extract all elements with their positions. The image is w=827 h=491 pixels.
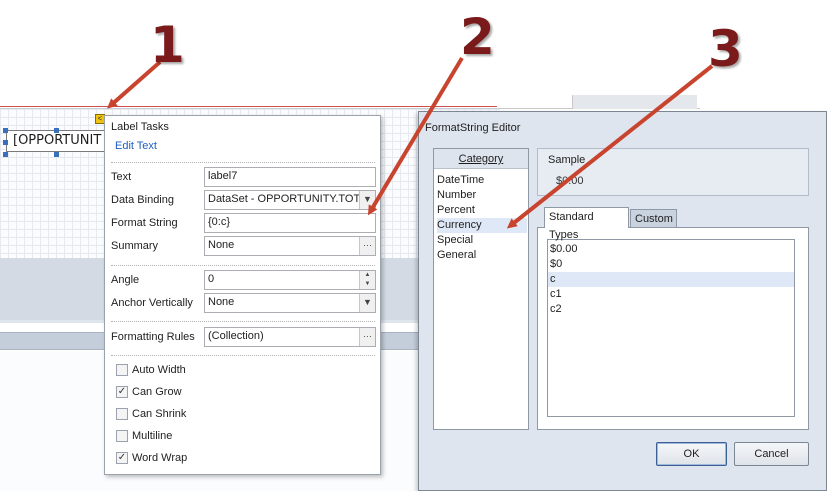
anchor-vertically-select[interactable]: None ▼ — [204, 293, 376, 313]
text-label: Text — [111, 171, 132, 183]
category-list[interactable]: Category DateTime Number Percent Currenc… — [433, 148, 529, 430]
type-item-selected[interactable]: c — [548, 272, 794, 287]
callout-number-3: 3 — [708, 20, 743, 78]
formatting-rules-value: (Collection) — [208, 330, 264, 342]
divider — [111, 162, 375, 163]
type-item[interactable]: $0.00 — [548, 242, 794, 257]
formatting-rules-label: Formatting Rules — [111, 331, 195, 343]
angle-label: Angle — [111, 274, 140, 286]
ok-button[interactable]: OK — [656, 442, 727, 466]
spin-down-icon[interactable]: ▼ — [359, 280, 375, 289]
divider — [111, 265, 375, 266]
ellipsis-icon[interactable]: ··· — [359, 237, 375, 255]
type-item[interactable]: c1 — [548, 287, 794, 302]
report-label-control[interactable]: [OPPORTUNIT — [6, 130, 106, 152]
selection-handle[interactable] — [54, 152, 59, 157]
spin-up-icon[interactable]: ▲ — [359, 271, 375, 280]
data-binding-select[interactable]: DataSet - OPPORTUNITY.TOT ▼ — [204, 190, 376, 210]
anchor-vertically-label: Anchor Vertically — [111, 297, 193, 309]
format-string-editor-dialog: FormatString Editor Category DateTime Nu… — [418, 111, 827, 491]
cancel-button[interactable]: Cancel — [734, 442, 809, 466]
sample-label: Sample — [548, 154, 586, 166]
divider — [111, 355, 375, 356]
checkbox-icon[interactable] — [116, 408, 128, 420]
checkbox-checked-icon[interactable]: ✓ — [116, 386, 128, 398]
standard-types-panel: $0.00 $0 c c1 c2 — [537, 227, 809, 430]
auto-width-checkbox[interactable]: Auto Width — [116, 363, 186, 377]
selection-handle[interactable] — [3, 140, 8, 145]
anchor-value: None — [208, 296, 235, 308]
dropdown-arrow-icon[interactable]: ▼ — [359, 191, 375, 209]
type-item[interactable]: $0 — [548, 257, 794, 272]
dialog-title: FormatString Editor — [425, 122, 521, 134]
format-string-label: Format String — [111, 217, 178, 229]
edit-text-link[interactable]: Edit Text — [115, 140, 157, 152]
formatting-rules-field[interactable]: (Collection) ··· — [204, 327, 376, 347]
checkbox-label: Multiline — [132, 430, 173, 442]
data-binding-value: DataSet - OPPORTUNITY.TOT — [208, 193, 361, 205]
can-shrink-checkbox[interactable]: Can Shrink — [116, 407, 186, 421]
selection-handle[interactable] — [54, 128, 59, 133]
dropdown-arrow-icon[interactable]: ▼ — [359, 294, 375, 312]
category-item[interactable]: DateTime — [437, 173, 527, 188]
category-item-selected[interactable]: Currency — [437, 218, 527, 233]
category-item[interactable]: Special — [437, 233, 527, 248]
checkbox-label: Auto Width — [132, 364, 186, 376]
checkbox-label: Can Grow — [132, 386, 182, 398]
ruler-strip-right — [572, 95, 697, 109]
summary-label: Summary — [111, 240, 159, 252]
callout-number-1: 1 — [150, 16, 185, 74]
ellipsis-icon[interactable]: ··· — [359, 328, 375, 346]
type-item[interactable]: c2 — [548, 302, 794, 317]
angle-spinner[interactable]: 0 ▲ ▼ — [204, 270, 376, 290]
category-item[interactable]: Number — [437, 188, 527, 203]
standard-types-list[interactable]: $0.00 $0 c c1 c2 — [547, 239, 795, 417]
summary-field[interactable]: None ··· — [204, 236, 376, 256]
checkbox-icon[interactable] — [116, 430, 128, 442]
category-header: Category — [434, 149, 528, 169]
divider — [111, 321, 375, 322]
tab-custom[interactable]: Custom — [630, 209, 677, 229]
data-binding-label: Data Binding — [111, 194, 174, 206]
checkbox-checked-icon[interactable]: ✓ — [116, 452, 128, 464]
text-input[interactable]: label7 — [204, 167, 376, 187]
sample-panel: Sample $0.00 — [537, 148, 809, 196]
summary-value: None — [208, 239, 235, 251]
checkbox-label: Can Shrink — [132, 408, 187, 420]
selection-handle[interactable] — [3, 128, 8, 133]
format-string-input[interactable]: {0:c} — [204, 213, 376, 233]
band-margin-line — [0, 106, 497, 107]
selection-handle[interactable] — [3, 152, 8, 157]
category-item[interactable]: Percent — [437, 203, 527, 218]
label-tasks-panel: Label Tasks Edit Text Text label7 Data B… — [104, 115, 381, 475]
panel-title: Label Tasks — [111, 121, 169, 133]
can-grow-checkbox[interactable]: ✓ Can Grow — [116, 385, 182, 399]
category-item[interactable]: General — [437, 248, 527, 263]
tab-standard-types[interactable]: Standard Types — [544, 207, 629, 241]
sample-value: $0.00 — [556, 175, 584, 187]
multiline-checkbox[interactable]: Multiline — [116, 429, 172, 443]
word-wrap-checkbox[interactable]: ✓ Word Wrap — [116, 451, 187, 465]
checkbox-label: Word Wrap — [132, 452, 188, 464]
checkbox-icon[interactable] — [116, 364, 128, 376]
callout-number-2: 2 — [460, 8, 495, 66]
angle-value: 0 — [208, 273, 215, 285]
